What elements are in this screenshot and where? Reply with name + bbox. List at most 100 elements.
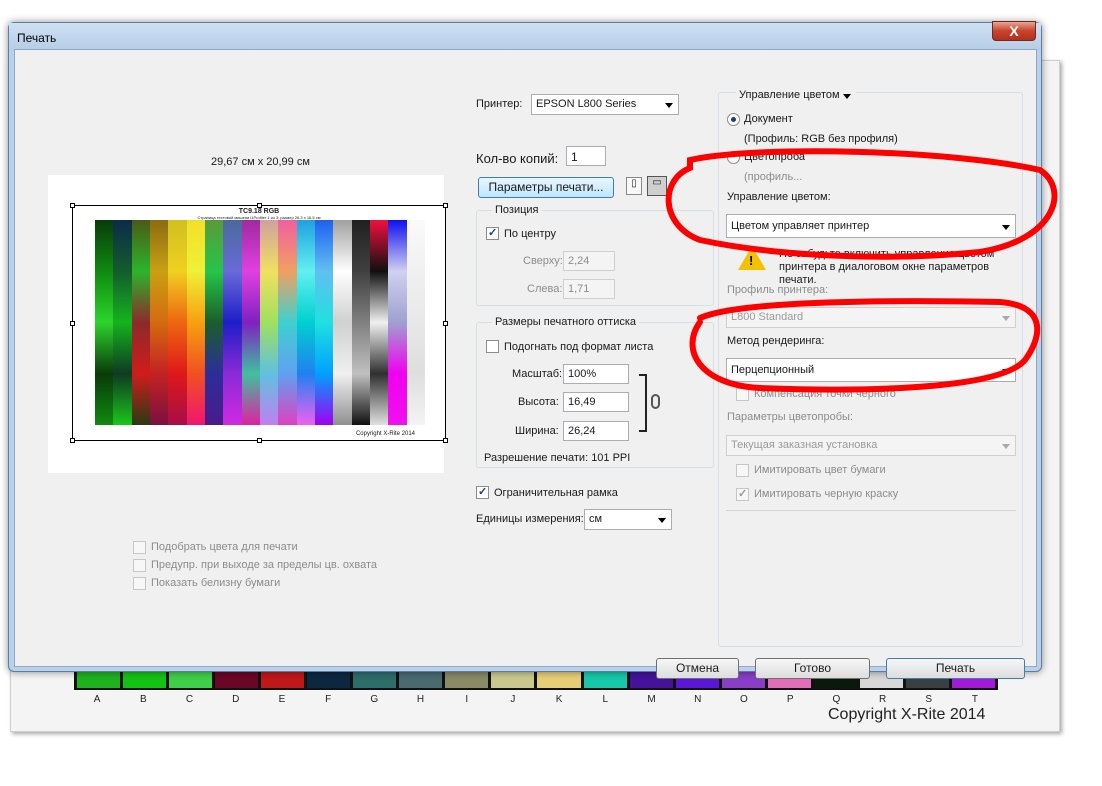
gamut-warning-checkbox[interactable] — [133, 559, 146, 572]
background-label-n: N — [694, 694, 702, 705]
simulate-paper-color-checkbox[interactable] — [736, 464, 749, 477]
chevron-down-icon — [1002, 225, 1010, 230]
chevron-down-icon — [1002, 316, 1010, 321]
printer-profile-select[interactable]: L800 Standard — [726, 307, 1016, 328]
black-point-compensation-label: Компенсация точки черного — [754, 388, 896, 400]
units-select[interactable]: см — [584, 509, 672, 530]
proof-profile: (профиль... — [744, 171, 803, 183]
width-label: Ширина: — [515, 425, 559, 437]
proof-radio[interactable] — [727, 151, 740, 164]
print-preview: TC9.18 RGB Страница тестовой мишени i1Pr… — [48, 175, 448, 473]
background-label-s: S — [925, 694, 933, 705]
background-label-l: L — [602, 694, 609, 705]
print-settings-button[interactable]: Параметры печати... — [478, 177, 614, 198]
background-label-a: A — [93, 694, 101, 705]
bounding-box-checkbox[interactable] — [476, 485, 489, 499]
print-resolution: Разрешение печати: 101 PPI — [484, 452, 631, 464]
preview-chart-title: TC9.18 RGB — [238, 208, 280, 215]
background-label-b: B — [139, 694, 147, 705]
color-handling-value: Цветом управляет принтер — [731, 220, 870, 232]
center-label: По центру — [504, 228, 556, 240]
background-label-j: J — [510, 694, 516, 705]
background-column-labels: A B C D E F G H I J K L M N O P Q R S T — [74, 694, 998, 705]
window-title: Печать — [17, 31, 57, 45]
cancel-button[interactable]: Отмена — [656, 658, 739, 679]
printer-select[interactable]: EPSON L800 Series — [531, 94, 679, 115]
divider — [726, 510, 1016, 511]
background-label-c: C — [185, 694, 194, 705]
portrait-orientation-icon[interactable]: ▯ — [626, 177, 642, 195]
color-handling-select[interactable]: Цветом управляет принтер — [726, 214, 1016, 238]
height-label: Высота: — [518, 396, 559, 408]
printer-profile-label: Профиль принтера: — [727, 284, 829, 296]
proof-setup-select[interactable]: Текущая заказная установка — [726, 435, 1016, 456]
section-select[interactable]: Управление цветом — [736, 86, 856, 107]
done-button[interactable]: Готово — [755, 658, 870, 679]
bounding-box-label: Ограничительная рамка — [494, 487, 618, 499]
chevron-down-icon — [843, 94, 851, 99]
proof-setup-value: Текущая заказная установка — [731, 439, 878, 451]
link-bracket — [639, 374, 647, 432]
document-radio[interactable] — [727, 113, 740, 126]
print-size-group-title: Размеры печатного оттиска — [492, 316, 640, 328]
printer-value: EPSON L800 Series — [536, 98, 637, 110]
section-value: Управление цветом — [739, 89, 840, 101]
background-label-r: R — [878, 694, 887, 705]
title-bar: Печать — [9, 23, 1041, 51]
background-label-p: P — [786, 694, 794, 705]
simulate-black-ink-checkbox[interactable] — [736, 487, 749, 501]
chevron-down-icon — [658, 518, 666, 523]
document-profile: (Профиль: RGB без профиля) — [744, 133, 898, 145]
background-copyright: Copyright X-Rite 2014 — [828, 706, 986, 723]
height-input[interactable]: 16,49 — [563, 392, 629, 412]
background-label-i: I — [465, 694, 469, 705]
width-input[interactable]: 26,24 — [563, 421, 629, 441]
warning-text: Не забудьте включить управление цветом п… — [779, 248, 995, 286]
position-group-title: Позиция — [492, 204, 542, 216]
chevron-down-icon — [1002, 444, 1010, 449]
document-label: Документ — [744, 113, 793, 125]
proof-label: Цветопроба — [744, 151, 805, 163]
center-checkbox[interactable] — [486, 226, 499, 240]
background-label-h: H — [416, 694, 425, 705]
scale-input[interactable]: 100% — [563, 364, 629, 384]
warning-mark: ! — [749, 253, 754, 268]
background-label-q: Q — [832, 694, 841, 705]
units-label: Единицы измерения: — [476, 513, 584, 525]
chevron-down-icon — [1002, 369, 1010, 374]
match-print-colors-checkbox[interactable] — [133, 541, 146, 554]
background-label-o: O — [740, 694, 748, 705]
preview-image[interactable]: TC9.18 RGB Страница тестовой мишени i1Pr… — [70, 203, 448, 443]
rendering-select[interactable]: Перцепционный — [726, 358, 1016, 382]
background-label-t: T — [971, 694, 979, 705]
printer-label: Принтер: — [476, 98, 523, 110]
top-input[interactable]: 2,24 — [563, 251, 615, 271]
show-paper-white-label: Показать белизну бумаги — [151, 577, 281, 589]
background-label-m: M — [647, 694, 656, 705]
background-label-g: G — [370, 694, 379, 705]
preview-swatch-grid — [95, 220, 425, 425]
background-label-e: E — [278, 694, 286, 705]
left-input[interactable]: 1,71 — [563, 279, 615, 299]
rendering-value: Перцепционный — [731, 364, 815, 376]
units-value: см — [589, 513, 603, 525]
preview-copyright: Copyright X-Rite 2014 — [355, 431, 415, 437]
black-point-compensation-checkbox[interactable] — [736, 388, 749, 401]
color-handling-label: Управление цветом: — [727, 191, 831, 203]
print-button[interactable]: Печать — [886, 658, 1025, 679]
left-label: Слева: — [527, 283, 563, 295]
link-chain-icon[interactable] — [651, 394, 660, 409]
paper-size-label: 29,67 см x 20,99 см — [211, 156, 310, 168]
show-paper-white-checkbox[interactable] — [133, 577, 146, 590]
close-button[interactable]: X — [992, 21, 1036, 41]
rendering-label: Метод рендеринга: — [727, 335, 825, 347]
background-label-k: K — [555, 694, 563, 705]
landscape-orientation-icon[interactable]: ▭ — [647, 176, 667, 196]
fit-to-page-checkbox[interactable] — [486, 340, 499, 353]
proof-setup-label: Параметры цветопробы: — [727, 411, 853, 423]
background-label-d: D — [232, 694, 240, 705]
copies-input[interactable]: 1 — [566, 146, 606, 166]
fit-to-page-label: Подогнать под формат листа — [504, 341, 654, 353]
gamut-warning-label: Предупр. при выходе за пределы цв. охват… — [151, 559, 377, 571]
background-label-f: F — [325, 694, 332, 705]
